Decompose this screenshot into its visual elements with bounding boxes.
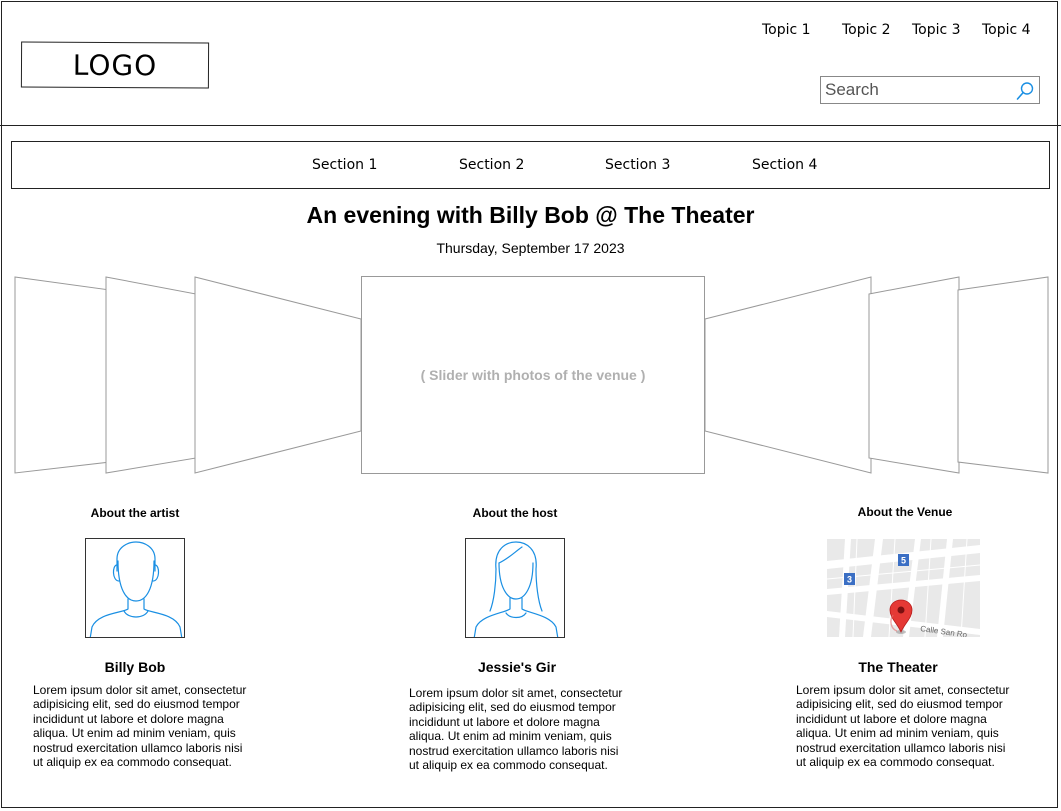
topic-3-link[interactable]: Topic 3: [912, 22, 961, 38]
map-marker-5: 5: [901, 556, 906, 566]
venue-description: Lorem ipsum dolor sit amet, consectetur …: [796, 683, 1010, 770]
slider-photo-left-3[interactable]: [14, 276, 111, 474]
nav-section-2[interactable]: Section 2: [459, 157, 524, 173]
artist-avatar: [85, 538, 185, 638]
host-bio: Lorem ipsum dolor sit amet, consectetur …: [409, 686, 623, 773]
event-date: Thursday, September 17 2023: [436, 240, 625, 256]
map-marker-3: 3: [847, 575, 852, 585]
male-avatar-icon: [89, 541, 183, 637]
female-avatar-icon: [473, 541, 559, 637]
map-icon: 5 3 Calle San Ro: [827, 539, 980, 637]
topic-4-link[interactable]: Topic 4: [982, 22, 1031, 38]
slider-main-photo[interactable]: ( Slider with photos of the venue ): [361, 276, 705, 474]
topic-1-link[interactable]: Topic 1: [762, 22, 811, 38]
venue-heading: About the Venue: [857, 505, 953, 519]
artist-heading: About the artist: [90, 506, 180, 520]
nav-section-1[interactable]: Section 1: [312, 157, 377, 173]
slider-photo-right-2[interactable]: [868, 276, 960, 474]
topic-2-link[interactable]: Topic 2: [842, 22, 891, 38]
host-name: Jessie's Gir: [477, 659, 557, 675]
search-input[interactable]: [825, 80, 1005, 100]
search-box: [820, 76, 1040, 104]
venue-name: The Theater: [858, 659, 938, 675]
event-title: An evening with Billy Bob @ The Theater: [306, 202, 755, 228]
artist-name: Billy Bob: [104, 659, 166, 675]
search-icon[interactable]: [1015, 81, 1035, 101]
host-heading: About the host: [472, 506, 558, 520]
nav-section-4[interactable]: Section 4: [752, 157, 817, 173]
header-divider: [0, 125, 1061, 126]
slider-photo-right-3[interactable]: [957, 276, 1049, 474]
venue-map[interactable]: 5 3 Calle San Ro: [827, 539, 980, 637]
slider-photo-left-2[interactable]: [105, 276, 197, 474]
topic-nav: Topic 1 Topic 2 Topic 3 Topic 4: [0, 22, 1061, 42]
section-nav: Section 1 Section 2 Section 3 Section 4: [11, 141, 1050, 189]
nav-section-3[interactable]: Section 3: [605, 157, 670, 173]
slider-caption: ( Slider with photos of the venue ): [420, 367, 646, 383]
logo[interactable]: LOGO: [20, 41, 210, 89]
host-avatar: [465, 538, 565, 638]
artist-bio: Lorem ipsum dolor sit amet, consectetur …: [33, 683, 247, 770]
